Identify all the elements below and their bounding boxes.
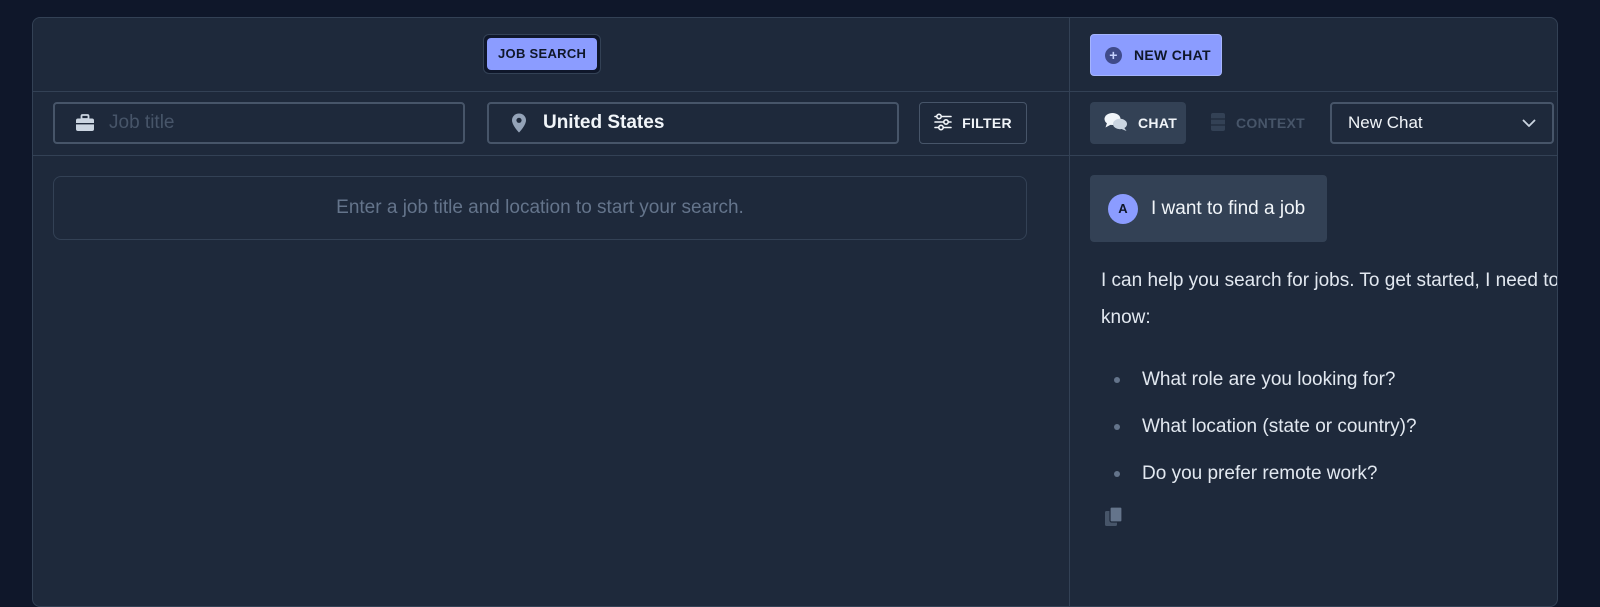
tab-context[interactable]: CONTEXT — [1196, 102, 1319, 144]
empty-results-text: Enter a job title and location to start … — [336, 197, 744, 218]
location-input[interactable] — [542, 112, 881, 134]
user-message-text: I want to find a job — [1151, 197, 1306, 219]
chat-session-selected: New Chat — [1348, 113, 1423, 132]
chat-panel: + NEW CHAT CHAT CONTEXT New Chat A I wan… — [1069, 18, 1557, 606]
list-item: What role are you looking for? — [1114, 360, 1417, 407]
tab-group: JOB SEARCH — [483, 34, 602, 74]
chat-toolbar: CHAT CONTEXT New Chat — [1070, 92, 1557, 156]
filter-button[interactable]: FILTER — [919, 102, 1027, 144]
chevron-down-icon — [1522, 113, 1536, 133]
job-title-field — [53, 102, 465, 144]
search-bar: FILTER — [33, 92, 1069, 156]
database-icon — [1210, 112, 1226, 135]
tab-chat-label: CHAT — [1138, 115, 1178, 131]
new-chat-button[interactable]: + NEW CHAT — [1090, 34, 1222, 76]
assistant-message-list: What role are you looking for? What loca… — [1114, 360, 1417, 501]
avatar: A — [1108, 193, 1138, 224]
copy-icon[interactable] — [1104, 506, 1124, 533]
location-pin-icon — [509, 112, 529, 134]
location-field — [487, 102, 899, 144]
assistant-message-intro: I can help you search for jobs. To get s… — [1101, 270, 1558, 328]
empty-results-message: Enter a job title and location to start … — [53, 176, 1027, 240]
list-item: What location (state or country)? — [1114, 407, 1417, 454]
job-title-input[interactable] — [109, 112, 447, 134]
app-window: JOB SEARCH Job title United States FILTE… — [32, 17, 1558, 607]
sliders-icon — [934, 112, 952, 134]
chat-header: + NEW CHAT — [1070, 18, 1557, 92]
job-search-header: JOB SEARCH — [33, 18, 1069, 92]
tab-job-search[interactable]: JOB SEARCH — [487, 38, 598, 70]
job-search-panel: JOB SEARCH Job title United States FILTE… — [33, 18, 1069, 606]
tab-chat[interactable]: CHAT — [1090, 102, 1186, 144]
chat-session-select[interactable]: New Chat — [1330, 102, 1554, 144]
plus-circle-icon: + — [1105, 46, 1122, 64]
chat-bubbles-icon — [1104, 112, 1128, 135]
list-item: Do you prefer remote work? — [1114, 454, 1417, 501]
briefcase-icon — [75, 112, 95, 134]
filter-label: FILTER — [962, 115, 1012, 131]
user-message: A I want to find a job — [1090, 175, 1327, 242]
new-chat-label: NEW CHAT — [1134, 47, 1211, 63]
tab-context-label: CONTEXT — [1236, 115, 1305, 131]
